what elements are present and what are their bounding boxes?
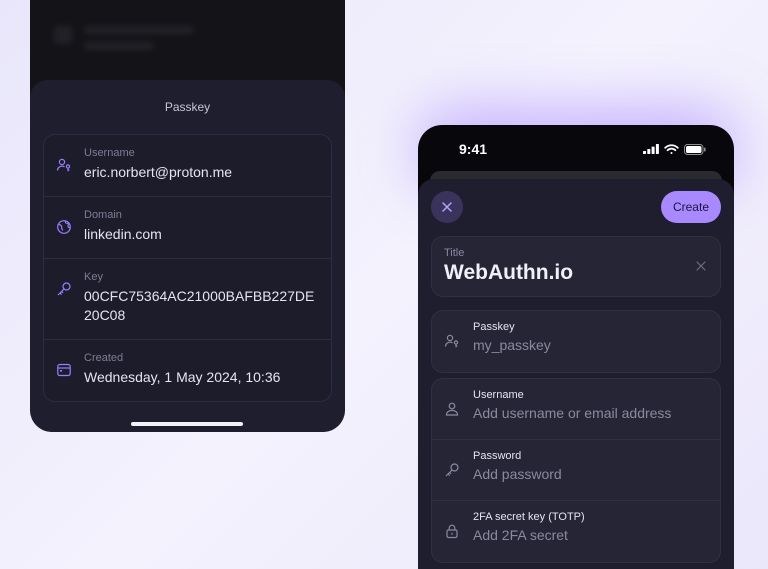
status-icons: [643, 143, 706, 155]
user-key-icon: [444, 334, 459, 348]
password-input[interactable]: Add password: [473, 466, 562, 482]
title-label: Title: [444, 247, 465, 259]
background-list: [30, 0, 345, 90]
lock-icon: [446, 524, 458, 539]
home-indicator: [131, 422, 243, 426]
field-label: Passkey: [473, 321, 515, 333]
calendar-icon: [57, 363, 71, 377]
globe-icon: [57, 220, 71, 234]
info-label: Domain: [84, 209, 122, 221]
key-icon: [445, 463, 459, 477]
title-input[interactable]: WebAuthn.io: [444, 261, 708, 285]
sheet-title: Passkey: [164, 100, 211, 114]
passkey-detail-phone: Passkey Username eric.norbert@proton.me …: [30, 0, 345, 432]
info-value: 00CFC75364AC21000BAFBB227DE20C08: [84, 288, 315, 323]
field-label: Username: [473, 389, 524, 401]
signal-icon: [643, 144, 659, 154]
username-input[interactable]: Add username or email address: [473, 405, 671, 421]
title-field[interactable]: Title WebAuthn.io: [431, 236, 721, 297]
create-button[interactable]: Create: [660, 191, 721, 223]
passkey-sheet: Passkey Username eric.norbert@proton.me …: [30, 80, 345, 432]
info-value: Wednesday, 1 May 2024, 10:36: [84, 369, 281, 385]
info-row-domain[interactable]: Domain linkedin.com: [44, 197, 331, 259]
totp-field[interactable]: 2FA secret key (TOTP) Add 2FA secret: [432, 501, 720, 562]
credentials-card: Username Add username or email address P…: [431, 378, 721, 563]
passkey-info-card: Username eric.norbert@proton.me Domain l…: [43, 134, 332, 402]
info-label: Username: [84, 147, 135, 159]
info-row-created[interactable]: Created Wednesday, 1 May 2024, 10:36: [44, 340, 331, 401]
info-label: Key: [84, 271, 103, 283]
create-passkey-sheet: Create Title WebAuthn.io Passkey my_pass…: [418, 179, 734, 569]
info-row-username[interactable]: Username eric.norbert@proton.me: [44, 135, 331, 197]
create-passkey-phone: 9:41 Create Title WebAuthn.io Passkey my…: [418, 125, 734, 569]
info-row-key[interactable]: Key 00CFC75364AC21000BAFBB227DE20C08: [44, 259, 331, 340]
passkey-field-card: Passkey my_passkey: [431, 310, 721, 373]
battery-icon: [684, 143, 706, 155]
info-value: linkedin.com: [84, 226, 162, 242]
status-time: 9:41: [459, 141, 488, 157]
totp-input[interactable]: Add 2FA secret: [473, 527, 585, 543]
blurred-list-item: [54, 26, 194, 50]
info-value: eric.norbert@proton.me: [84, 164, 233, 180]
user-icon: [445, 402, 459, 416]
field-value: my_passkey: [473, 337, 551, 353]
user-key-icon: [56, 158, 71, 172]
close-button[interactable]: [431, 191, 463, 223]
passkey-field[interactable]: Passkey my_passkey: [432, 311, 720, 372]
field-label: Password: [473, 450, 522, 462]
wifi-icon: [664, 143, 679, 154]
password-field[interactable]: Password Add password: [432, 440, 720, 501]
field-label: 2FA secret key (TOTP): [473, 511, 585, 523]
username-field[interactable]: Username Add username or email address: [432, 379, 720, 440]
info-label: Created: [84, 352, 124, 364]
close-icon: [442, 202, 452, 212]
clear-icon[interactable]: [696, 261, 706, 271]
status-bar: 9:41: [418, 125, 734, 173]
key-icon: [57, 282, 71, 296]
